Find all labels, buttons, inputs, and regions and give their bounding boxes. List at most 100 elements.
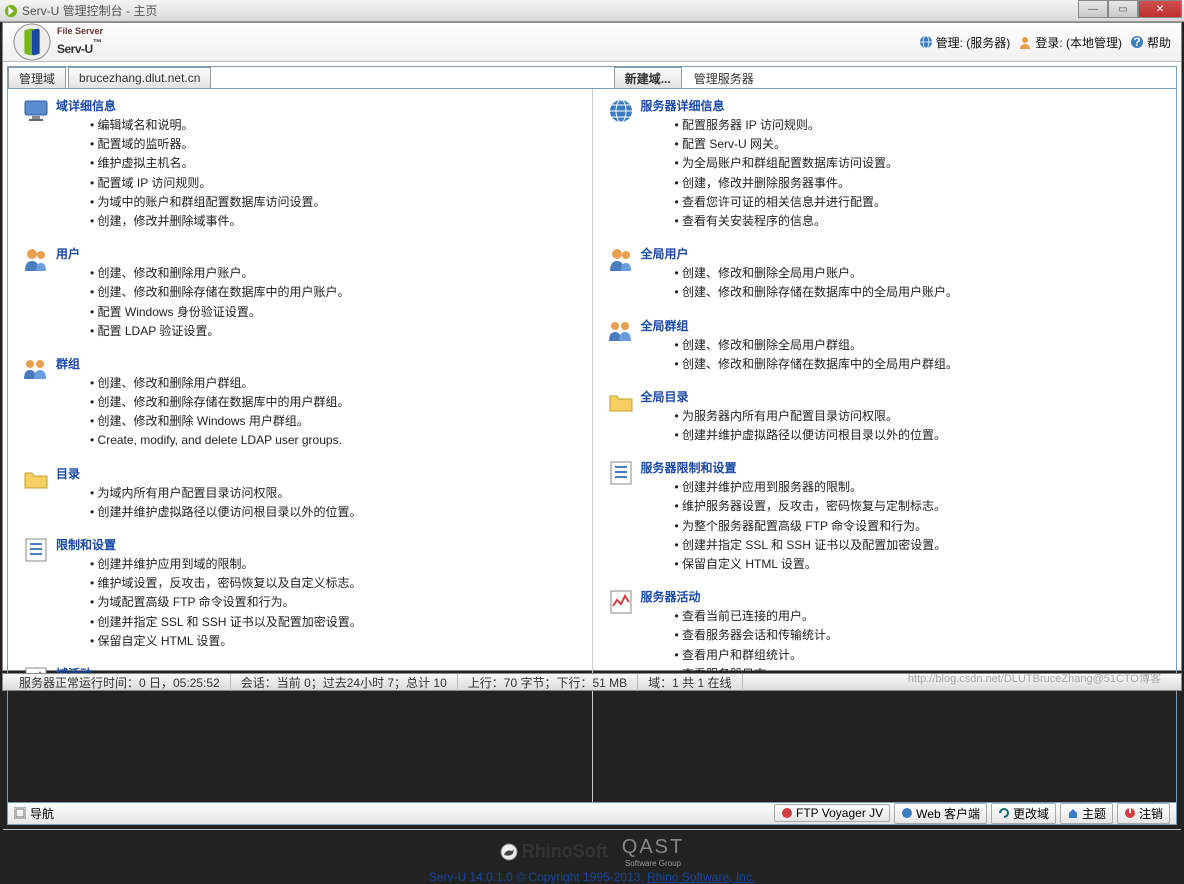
svg-text:?: ? [1133, 35, 1140, 49]
domain-section: 目录为域内所有用户配置目录访问权限。创建并维护虚拟路径以便访问根目录以外的位置。 [22, 465, 578, 522]
tab-domain[interactable]: brucezhang.dlut.net.cn [68, 67, 211, 88]
section-item: 创建，修改并删除服务器事件。 [675, 174, 899, 193]
section-item: 配置 Serv-U 网关。 [675, 135, 899, 154]
section-item: 查看域会话和传输统计。 [90, 703, 230, 722]
login-link[interactable]: 登录: (本地管理) [1018, 34, 1122, 51]
domain-section-title[interactable]: 用户 [56, 245, 350, 262]
section-item: 编辑域名和说明。 [90, 116, 326, 135]
web-client-button[interactable]: Web 客户端 [894, 803, 987, 824]
help-link[interactable]: ?帮助 [1130, 34, 1171, 51]
server-section-title[interactable]: 全局用户 [641, 245, 959, 262]
activity-icon [607, 588, 635, 616]
section-item: 创建、修改和删除用户账户。 [90, 264, 350, 283]
tab-new-domain[interactable]: 新建域... [614, 67, 682, 88]
section-item: 为服务器内所有用户配置目录访问权限。 [675, 407, 947, 426]
section-item: 维护虚拟主机名。 [90, 154, 326, 173]
status-uptime: 服务器正常运行时间：0 日，05:25:52 [9, 674, 231, 691]
change-domain-button[interactable]: 更改域 [991, 803, 1056, 824]
section-item: 配置域日志。 [90, 761, 230, 780]
section-item: 创建、修改和删除存储在数据库中的全局用户账户。 [675, 283, 959, 302]
section-item: 配置 LDAP 验证设置。 [90, 322, 350, 341]
rhino-icon [500, 843, 518, 861]
section-item: 为整个服务器配置高级 FTP 命令设置和行为。 [675, 517, 947, 536]
close-button[interactable]: ✕ [1138, 0, 1182, 18]
domain-section-title[interactable]: 域详细信息 [56, 97, 326, 114]
domain-section: 用户创建、修改和删除用户账户。创建、修改和删除存储在数据库中的用户账户。配置 W… [22, 245, 578, 341]
voyager-icon [781, 807, 793, 819]
refresh-icon [998, 807, 1010, 819]
manage-server-link[interactable]: 管理: (服务器) [919, 34, 1011, 51]
status-sessions: 会话：当前 0；过去24小时 7；总计 10 [231, 674, 458, 691]
server-section: 全局目录为服务器内所有用户配置目录访问权限。创建并维护虚拟路径以便访问根目录以外… [607, 388, 1163, 445]
status-traffic: 上行：70 字节；下行：51 MB [458, 674, 638, 691]
section-item: 维护服务器设置，反攻击，密码恢复与定制标志。 [675, 497, 947, 516]
section-item: 创建并维护虚拟路径以便访问根目录以外的位置。 [90, 503, 362, 522]
section-item: 创建并指定 SSL 和 SSH 证书以及配置加密设置。 [90, 613, 362, 632]
nav-label[interactable]: 导航 [30, 805, 54, 822]
logo-fileserver-text: File Server [57, 26, 103, 36]
app-icon [4, 4, 18, 18]
section-item: 查看用户和群组统计。 [90, 722, 230, 741]
folder-icon [607, 388, 635, 416]
section-item: 配置域的监听器。 [90, 135, 326, 154]
rhino-link[interactable]: Rhino Software, Inc. [647, 870, 755, 884]
users-icon [607, 245, 635, 273]
server-section: 服务器详细信息配置服务器 IP 访问规则。配置 Serv-U 网关。为全局账户和… [607, 97, 1163, 231]
section-item: 创建、修改和删除 Windows 用户群组。 [90, 412, 350, 431]
tab-manage-server-label: 管理服务器 [684, 67, 764, 89]
domain-section: 域详细信息编辑域名和说明。配置域的监听器。维护虚拟主机名。配置域 IP 访问规则… [22, 97, 578, 231]
section-item: 创建并指定 SSL 和 SSH 证书以及配置加密设置。 [675, 536, 947, 555]
domain-section-title[interactable]: 群组 [56, 355, 350, 372]
nav-toggle-icon[interactable] [14, 807, 26, 819]
checklist-icon [607, 459, 635, 487]
domain-section-title[interactable]: 限制和设置 [56, 536, 362, 553]
logout-icon [1124, 807, 1136, 819]
section-item: 创建并维护应用到域的限制。 [90, 555, 362, 574]
footer-brand: RhinoSoft QASTSoftware Group Serv-U 14.0… [3, 829, 1181, 883]
domain-section-title[interactable]: 目录 [56, 465, 362, 482]
section-item: 查看当前已连接的用户。 [675, 607, 839, 626]
server-section-title[interactable]: 服务器详细信息 [641, 97, 899, 114]
server-section-title[interactable]: 全局群组 [641, 317, 959, 334]
web-icon [901, 807, 913, 819]
server-section-title[interactable]: 全局目录 [641, 388, 947, 405]
section-item: 查看有关安装程序的信息。 [675, 212, 899, 231]
minimize-button[interactable]: — [1078, 0, 1108, 18]
domain-section: 限制和设置创建并维护应用到域的限制。维护域设置，反攻击，密码恢复以及自定义标志。… [22, 536, 578, 651]
home-button[interactable]: 主题 [1060, 803, 1113, 824]
qast-sub: Software Group [622, 859, 684, 868]
users-icon [22, 245, 50, 273]
section-item: 创建、修改和删除存储在数据库中的用户群组。 [90, 393, 350, 412]
section-item: 查看服务器会话和传输统计。 [675, 626, 839, 645]
section-item: 保留自定义 HTML 设置。 [90, 632, 362, 651]
logo-tm: ™ [93, 37, 102, 47]
help-icon: ? [1130, 35, 1144, 49]
section-item: Create, modify, and delete LDAP user gro… [90, 431, 350, 450]
home-icon [1067, 807, 1079, 819]
section-item: 配置域 IP 访问规则。 [90, 174, 326, 193]
header-bar: File Server Serv-U™ 管理: (服务器) 登录: (本地管理)… [3, 23, 1181, 62]
globe-icon [919, 35, 933, 49]
group-icon [22, 355, 50, 383]
qast-text: QAST [622, 836, 684, 858]
folder-icon [22, 465, 50, 493]
tabs-row: 管理域 brucezhang.dlut.net.cn 新建域... 管理服务器 [8, 67, 1176, 89]
server-section-title[interactable]: 服务器活动 [641, 588, 839, 605]
section-item: 查看域日志。 [90, 742, 230, 761]
status-domains: 域：1 共 1 在线 [638, 674, 742, 691]
window-title: Serv-U 管理控制台 - 主页 [22, 2, 157, 19]
ftp-voyager-button[interactable]: FTP Voyager JV [774, 804, 890, 822]
section-item: 为域配置高级 FTP 命令设置和行为。 [90, 593, 362, 612]
group-icon [607, 317, 635, 345]
server-section: 全局用户创建、修改和删除全局用户账户。创建、修改和删除存储在数据库中的全局用户账… [607, 245, 1163, 302]
section-item: 维护域设置，反攻击，密码恢复以及自定义标志。 [90, 574, 362, 593]
server-section-title[interactable]: 服务器限制和设置 [641, 459, 947, 476]
tab-manage-domain[interactable]: 管理域 [8, 67, 66, 88]
server-section: 全局群组创建、修改和删除全局用户群组。创建、修改和删除存储在数据库中的全局用户群… [607, 317, 1163, 374]
maximize-button[interactable]: ▭ [1108, 0, 1138, 18]
bottom-toolbar: 导航 FTP Voyager JV Web 客户端 更改域 主题 注销 [8, 802, 1176, 824]
user-icon [1018, 35, 1032, 49]
logout-button[interactable]: 注销 [1117, 803, 1170, 824]
section-item: 配置服务器 IP 访问规则。 [675, 116, 899, 135]
section-item: 创建、修改和删除存储在数据库中的全局用户群组。 [675, 355, 959, 374]
